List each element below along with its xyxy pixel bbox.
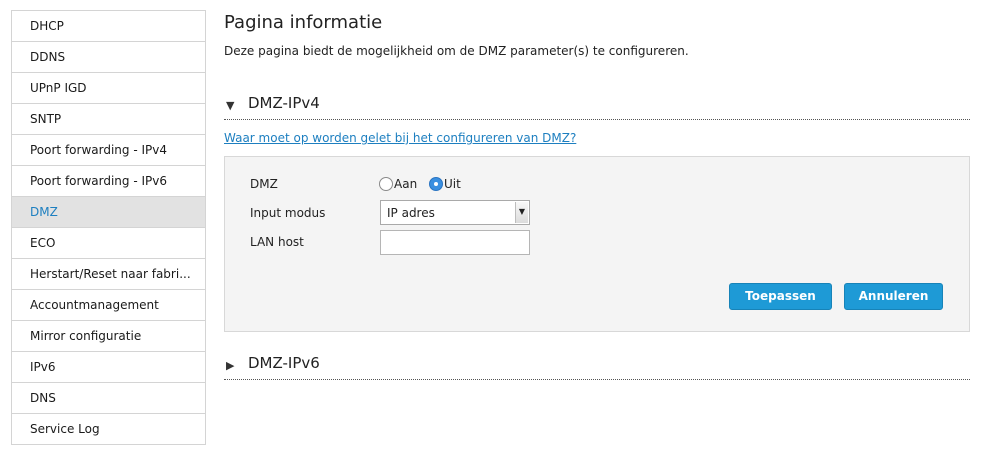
section-title-dmz-ipv6: DMZ-IPv6 bbox=[248, 354, 320, 372]
sidebar-item-upnp-igd[interactable]: UPnP IGD bbox=[12, 73, 205, 104]
section-title-dmz-ipv4: DMZ-IPv4 bbox=[248, 94, 320, 112]
apply-button[interactable]: Toepassen bbox=[729, 283, 832, 310]
sidebar-item-restart-reset[interactable]: Herstart/Reset naar fabri... bbox=[12, 259, 205, 290]
input-mode-label: Input modus bbox=[250, 206, 326, 220]
page-description: Deze pagina biedt de mogelijkheid om de … bbox=[224, 44, 689, 58]
input-mode-select[interactable]: IP adres ▼ bbox=[380, 200, 530, 225]
page-title: Pagina informatie bbox=[224, 12, 383, 33]
dropdown-arrow-icon[interactable]: ▼ bbox=[515, 202, 528, 223]
sidebar-item-ddns[interactable]: DDNS bbox=[12, 42, 205, 73]
dmz-on-label: Aan bbox=[394, 177, 418, 191]
collapse-triangle-icon: ▼ bbox=[226, 99, 235, 112]
sidebar-item-ipv6[interactable]: IPv6 bbox=[12, 352, 205, 383]
input-mode-value: IP adres bbox=[387, 206, 435, 220]
cancel-button[interactable]: Annuleren bbox=[844, 283, 943, 310]
lan-host-input[interactable] bbox=[380, 230, 530, 255]
dmz-off-label: Uit bbox=[444, 177, 461, 191]
sidebar-item-service-log[interactable]: Service Log bbox=[12, 414, 205, 445]
sidebar-item-dmz[interactable]: DMZ bbox=[12, 197, 205, 228]
sidebar-item-eco[interactable]: ECO bbox=[12, 228, 205, 259]
sidebar-item-mirror-configuration[interactable]: Mirror configuratie bbox=[12, 321, 205, 352]
sidebar-nav: DHCP DDNS UPnP IGD SNTP Poort forwarding… bbox=[11, 10, 206, 445]
radio-unchecked-icon[interactable] bbox=[379, 177, 393, 191]
sidebar-item-port-forwarding-ipv6[interactable]: Poort forwarding - IPv6 bbox=[12, 166, 205, 197]
lan-host-label: LAN host bbox=[250, 235, 304, 249]
section-header-dmz-ipv6[interactable]: ▶ DMZ-IPv6 bbox=[224, 352, 970, 380]
dmz-on-radio[interactable]: Aan bbox=[379, 177, 423, 191]
sidebar-item-dns[interactable]: DNS bbox=[12, 383, 205, 414]
dmz-label: DMZ bbox=[250, 177, 278, 191]
help-link[interactable]: Waar moet op worden gelet bij het config… bbox=[224, 131, 576, 145]
radio-checked-icon[interactable] bbox=[429, 177, 443, 191]
sidebar-item-port-forwarding-ipv4[interactable]: Poort forwarding - IPv4 bbox=[12, 135, 205, 166]
section-header-dmz-ipv4[interactable]: ▼ DMZ-IPv4 bbox=[224, 92, 970, 120]
sidebar-item-dhcp[interactable]: DHCP bbox=[12, 11, 205, 42]
dmz-ipv4-form-panel: DMZ Aan Uit Input modus IP adres ▼ LAN h… bbox=[224, 156, 970, 332]
dmz-off-radio[interactable]: Uit bbox=[429, 177, 469, 191]
sidebar-item-account-management[interactable]: Accountmanagement bbox=[12, 290, 205, 321]
expand-triangle-icon: ▶ bbox=[226, 359, 235, 372]
sidebar-item-sntp[interactable]: SNTP bbox=[12, 104, 205, 135]
